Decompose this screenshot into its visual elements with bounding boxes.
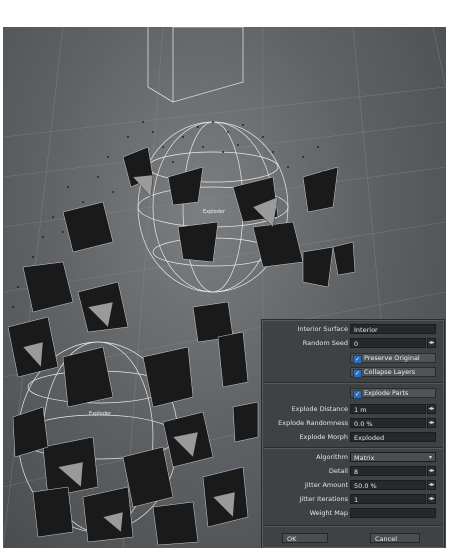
exploder-label-1: Exploder	[203, 209, 226, 215]
3d-viewport[interactable]: Exploder Exploder Interior Surface Inter…	[3, 27, 446, 548]
preserve-original-checkbox[interactable]: ✓ Preserve Original	[350, 353, 436, 364]
collapse-layers-label: Collapse Layers	[364, 368, 416, 376]
detail-label: Detail	[328, 467, 348, 475]
explode-distance-field[interactable]: 1 m	[350, 404, 426, 414]
interior-surface-field[interactable]: Interior	[350, 324, 436, 334]
jitter-iterations-label: Jitter Iterations	[299, 495, 348, 503]
collapse-layers-checkbox[interactable]: ✓ Collapse Layers	[350, 367, 436, 378]
explode-randomness-label: Explode Randomness	[278, 419, 348, 427]
explode-parts-label: Explode Parts	[364, 389, 409, 397]
explode-distance-spinner-icon[interactable]: ◂▸	[427, 404, 436, 414]
checkmark-icon: ✓	[353, 355, 362, 364]
weight-map-label: Weight Map	[309, 509, 348, 517]
detail-row: Detail 8 ◂▸	[262, 466, 444, 477]
explode-distance-row: Explode Distance 1 m ◂▸	[262, 404, 444, 415]
jitter-iterations-row: Jitter Iterations 1 ◂▸	[262, 494, 444, 505]
checkmark-icon: ✓	[353, 390, 362, 399]
jitter-iterations-field[interactable]: 1	[350, 494, 426, 504]
jitter-amount-label: Jitter Amount	[304, 481, 348, 489]
random-seed-row: Random Seed 0 ◂▸	[262, 338, 444, 349]
explode-parts-checkbox[interactable]: ✓ Explode Parts	[350, 388, 436, 399]
exploder-properties-panel: Interior Surface Interior Random Seed 0 …	[261, 319, 445, 548]
random-seed-label: Random Seed	[302, 339, 348, 347]
detail-spinner-icon[interactable]: ◂▸	[427, 466, 436, 476]
checkmark-icon: ✓	[353, 369, 362, 378]
random-seed-spinner-icon[interactable]: ◂▸	[427, 338, 436, 348]
explode-morph-row: Explode Morph Exploded	[262, 432, 444, 443]
explode-randomness-field[interactable]: 0.0 %	[350, 418, 426, 428]
explode-randomness-spinner-icon[interactable]: ◂▸	[427, 418, 436, 428]
collapse-layers-row: ✓ Collapse Layers	[262, 367, 444, 378]
explode-randomness-row: Explode Randomness 0.0 % ◂▸	[262, 418, 444, 429]
interior-surface-row: Interior Surface Interior	[262, 324, 444, 335]
detail-field[interactable]: 8	[350, 466, 426, 476]
algorithm-row: Algorithm Matrix ▾	[262, 452, 444, 463]
divider	[264, 525, 442, 527]
preserve-original-label: Preserve Original	[364, 354, 420, 362]
cancel-button[interactable]: Cancel	[370, 533, 420, 543]
random-seed-field[interactable]: 0	[350, 338, 426, 348]
interior-surface-label: Interior Surface	[297, 325, 348, 333]
jitter-amount-field[interactable]: 50.0 %	[350, 480, 426, 490]
algorithm-value: Matrix	[354, 454, 375, 462]
jitter-iterations-spinner-icon[interactable]: ◂▸	[427, 494, 436, 504]
explode-parts-row: ✓ Explode Parts	[262, 388, 444, 399]
exploder-label-2: Exploder	[89, 411, 112, 417]
algorithm-label: Algorithm	[316, 453, 348, 461]
jitter-amount-spinner-icon[interactable]: ◂▸	[427, 480, 436, 490]
chevron-down-icon: ▾	[428, 454, 432, 461]
explode-morph-field[interactable]: Exploded	[350, 432, 436, 442]
ok-button[interactable]: OK	[282, 533, 328, 543]
explode-distance-label: Explode Distance	[291, 405, 348, 413]
divider	[264, 382, 442, 384]
weight-map-field[interactable]	[350, 508, 436, 518]
preserve-original-row: ✓ Preserve Original	[262, 353, 444, 364]
divider	[264, 447, 442, 449]
algorithm-dropdown[interactable]: Matrix ▾	[350, 452, 436, 462]
weight-map-row: Weight Map	[262, 508, 444, 519]
jitter-amount-row: Jitter Amount 50.0 % ◂▸	[262, 480, 444, 491]
explode-morph-label: Explode Morph	[299, 433, 348, 441]
